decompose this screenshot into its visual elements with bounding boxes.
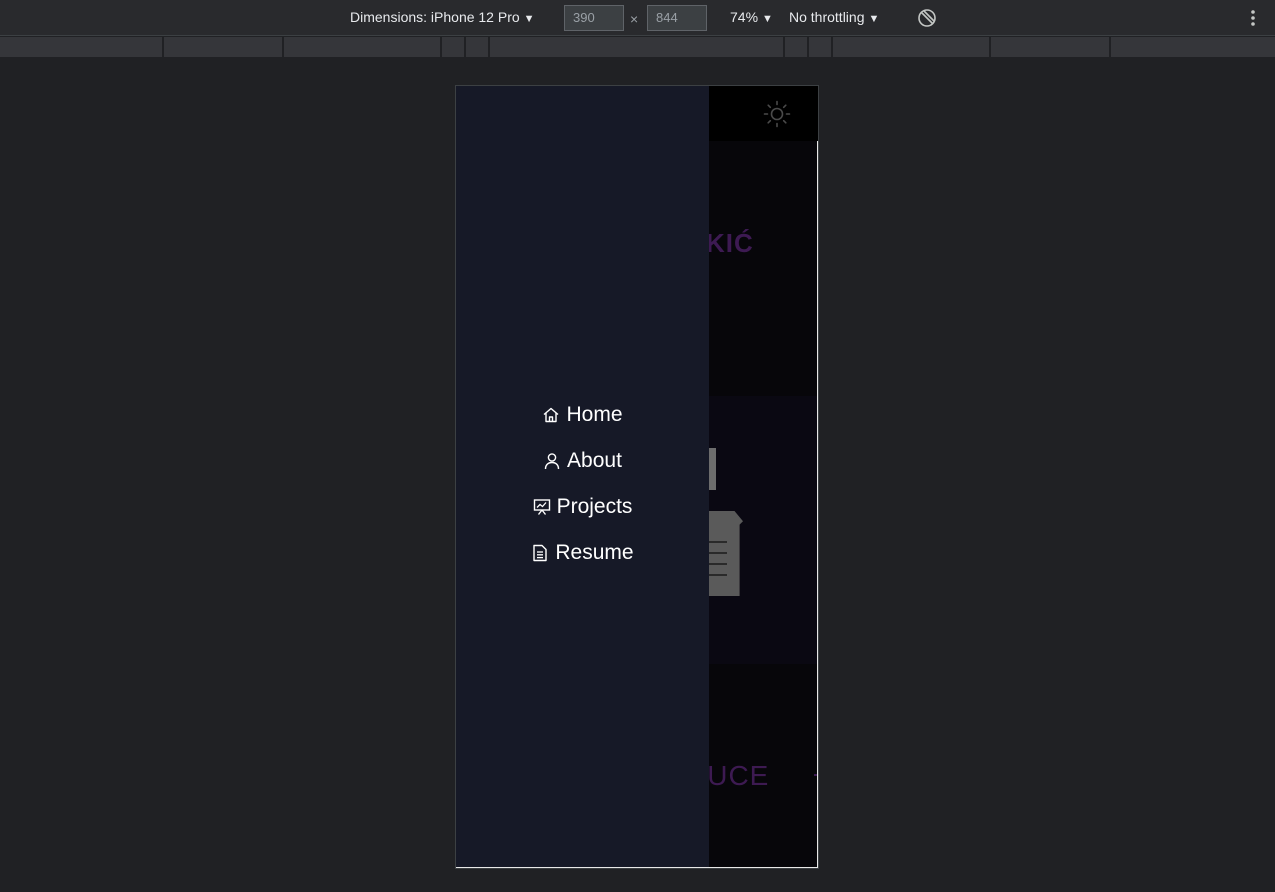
nav-drawer: Home About Projects Resume <box>456 86 709 868</box>
user-icon <box>544 453 560 470</box>
height-input[interactable]: 844 <box>647 5 707 31</box>
ruler-divider <box>162 37 164 57</box>
presentation-icon <box>533 499 550 515</box>
nav-item-label: Resume <box>555 541 634 564</box>
device-toolbar: Dimensions: iPhone 12 Pro ▼ 390 × 844 74%… <box>0 0 1275 36</box>
ruler-divider <box>1109 37 1111 57</box>
nav-item-label: Projects <box>556 495 633 518</box>
ruler-divider <box>831 37 833 57</box>
device-viewport: KIĆ DUCE Home About Projects Resume <box>456 86 818 868</box>
dimensions-dropdown[interactable]: Dimensions: iPhone 12 Pro ▼ <box>350 9 535 25</box>
sun-icon[interactable] <box>763 100 791 128</box>
hero-illustration-part <box>709 563 727 565</box>
hero-illustration-part <box>709 448 716 490</box>
nav-item-label: Home <box>566 403 623 426</box>
nav-menu: Home About Projects Resume <box>456 392 709 576</box>
ruler-divider <box>488 37 490 57</box>
times-separator: × <box>630 11 639 27</box>
ruler-divider <box>783 37 785 57</box>
throttling-dropdown[interactable]: No throttling ▼ <box>789 9 879 25</box>
hero-illustration-part <box>709 541 727 543</box>
ruler-divider <box>282 37 284 57</box>
home-icon <box>544 407 559 423</box>
media-query-ruler[interactable] <box>0 37 1275 58</box>
throttling-label: No throttling <box>789 9 865 25</box>
viewport-edge <box>456 867 818 868</box>
document-icon <box>533 544 548 562</box>
width-input[interactable]: 390 <box>564 5 624 31</box>
zoom-label: 74% <box>730 9 759 25</box>
nav-item-projects[interactable]: Projects <box>456 484 709 530</box>
nav-item-home[interactable]: Home <box>456 392 709 438</box>
hero-illustration-part <box>709 574 727 576</box>
ruler-divider <box>464 37 466 57</box>
viewport-edge <box>817 141 818 868</box>
rotate-icon[interactable] <box>917 8 937 28</box>
chevron-down-icon: ▼ <box>868 13 880 25</box>
nav-item-label: About <box>567 449 622 472</box>
more-vert-icon[interactable] <box>1249 9 1257 27</box>
hero-illustration-part <box>709 552 727 554</box>
chevron-down-icon: ▼ <box>762 13 773 25</box>
ruler-divider <box>440 37 442 57</box>
hero-name-text: KIĆ <box>706 228 754 258</box>
nav-item-resume[interactable]: Resume <box>456 530 709 576</box>
zoom-dropdown[interactable]: 74% ▼ <box>730 9 773 25</box>
ruler-divider <box>989 37 991 57</box>
ruler-divider <box>807 37 809 57</box>
nav-item-about[interactable]: About <box>456 438 709 484</box>
dimensions-label: Dimensions: iPhone 12 Pro <box>350 9 520 25</box>
chevron-down-icon: ▼ <box>523 13 535 25</box>
